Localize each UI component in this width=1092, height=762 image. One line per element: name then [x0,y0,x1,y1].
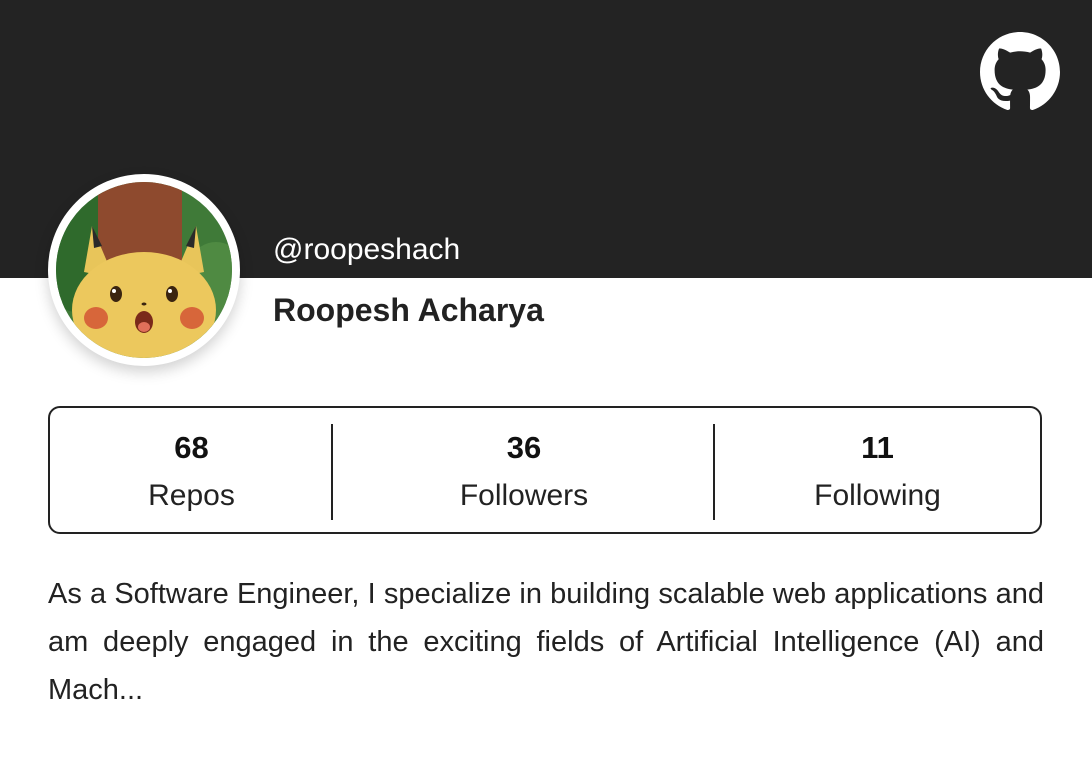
stat-repos[interactable]: 68 Repos [50,408,333,532]
following-count: 11 [861,430,894,465]
profile-card: @roopeshach Roopesh Acharya 68 Repos 36 … [0,0,1092,762]
github-icon [980,32,1060,111]
stat-following[interactable]: 11 Following [715,408,1040,532]
profile-name: Roopesh Acharya [273,292,544,328]
repos-count: 68 [174,430,209,465]
profile-bio: As a Software Engineer, I specialize in … [48,578,1044,706]
stats-panel: 68 Repos 36 Followers 11 Following [48,406,1042,534]
avatar[interactable] [56,182,232,358]
stat-followers[interactable]: 36 Followers [333,408,715,532]
followers-label: Followers [459,479,589,512]
following-label: Following [814,479,941,512]
repos-label: Repos [148,479,235,512]
avatar-frame [48,174,240,366]
profile-handle[interactable]: @roopeshach [273,232,460,268]
github-link[interactable] [980,32,1060,112]
followers-count: 36 [506,430,542,465]
pikachu-avatar-icon [56,182,232,358]
